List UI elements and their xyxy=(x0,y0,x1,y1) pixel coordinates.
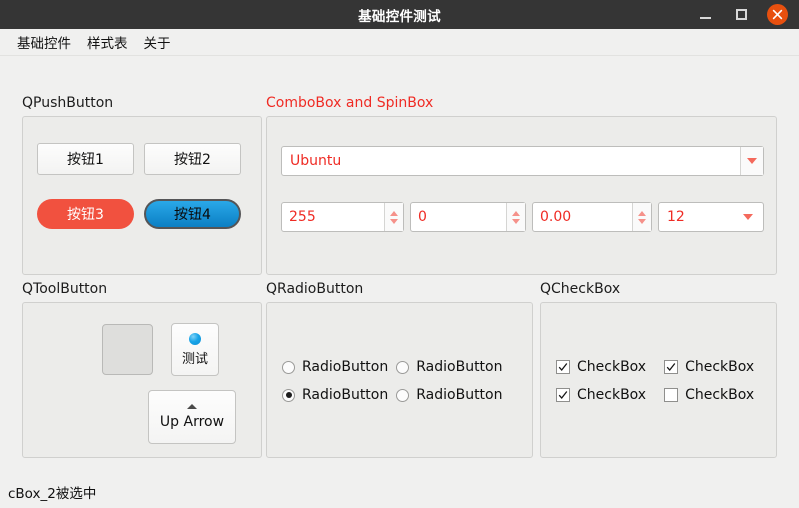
maximize-button[interactable] xyxy=(731,5,751,25)
minimize-icon xyxy=(699,16,711,19)
maximize-icon xyxy=(735,9,747,20)
menu-item-about[interactable]: 关于 xyxy=(136,29,179,55)
group-title-combospin: ComboBox and SpinBox xyxy=(266,95,434,111)
radio-icon xyxy=(396,360,410,374)
stepper-up-icon[interactable] xyxy=(638,210,646,216)
check-icon xyxy=(664,360,679,374)
radio-option-4[interactable]: RadioButton xyxy=(396,387,503,403)
combobox-font-arrow-area[interactable] xyxy=(740,147,763,175)
spinbox-255-value: 255 xyxy=(289,209,316,225)
stepper-up-icon[interactable] xyxy=(512,210,520,216)
checkbox-option-1[interactable]: CheckBox xyxy=(556,359,646,375)
spinbox-0-value: 0 xyxy=(418,209,427,225)
group-box-combospin: Ubuntu 255 0 0.00 12 xyxy=(266,116,777,275)
combobox-font-value: Ubuntu xyxy=(290,153,342,169)
menu-item-stylesheet[interactable]: 样式表 xyxy=(79,29,136,55)
group-title-radiobutton: QRadioButton xyxy=(266,281,364,297)
group-checkbox: QCheckBox CheckBox CheckBox CheckBox Che… xyxy=(540,280,777,458)
radio-icon xyxy=(282,360,295,374)
menu-item-basic-widgets[interactable]: 基础控件 xyxy=(9,29,79,55)
push-button-2[interactable]: 按钮2 xyxy=(144,143,241,175)
push-button-3[interactable]: 按钮3 xyxy=(37,199,134,229)
status-text: cBox_2被选中 xyxy=(8,486,97,502)
stepper-down-icon[interactable] xyxy=(638,218,646,224)
close-icon xyxy=(772,9,783,20)
spinbox-0-steppers[interactable] xyxy=(506,203,525,231)
radio-icon xyxy=(396,388,410,402)
chevron-down-icon xyxy=(743,214,753,220)
status-bar: cBox_2被选中 xyxy=(0,476,799,508)
tool-button-empty[interactable] xyxy=(102,324,153,375)
radio-option-4-label: RadioButton xyxy=(416,387,503,403)
radio-option-3[interactable]: RadioButton xyxy=(282,387,388,403)
group-title-toolbutton: QToolButton xyxy=(22,281,108,297)
triangle-up-icon xyxy=(187,404,197,409)
main-content: QPushButton 按钮1 按钮2 按钮3 按钮4 ComboBox and… xyxy=(0,56,799,476)
combobox-font[interactable]: Ubuntu xyxy=(281,146,764,176)
checkbox-option-3[interactable]: CheckBox xyxy=(556,387,646,403)
tool-button-up-arrow-label: Up Arrow xyxy=(159,414,225,430)
push-button-2-label: 按钮2 xyxy=(174,152,211,168)
combobox-fontsize[interactable]: 12 xyxy=(658,202,764,232)
radio-option-1-label: RadioButton xyxy=(302,359,389,375)
group-toolbutton: QToolButton 测试 Up Arrow xyxy=(22,280,262,458)
combobox-fontsize-value: 12 xyxy=(667,209,685,225)
check-icon-unchecked xyxy=(664,388,679,402)
group-title-pushbutton: QPushButton xyxy=(22,95,114,111)
close-button[interactable] xyxy=(767,4,788,25)
group-combospin: ComboBox and SpinBox Ubuntu 255 0 0.00 1… xyxy=(266,94,777,275)
spinbox-0[interactable]: 0 xyxy=(410,202,526,232)
menu-bar: 基础控件 样式表 关于 xyxy=(0,29,799,56)
window-controls xyxy=(695,4,799,25)
group-box-toolbutton: 测试 Up Arrow xyxy=(22,302,262,458)
push-button-4[interactable]: 按钮4 xyxy=(144,199,241,229)
chevron-down-icon xyxy=(747,158,757,164)
push-button-1-label: 按钮1 xyxy=(67,152,104,168)
title-bar: 基础控件测试 xyxy=(0,0,799,29)
checkbox-option-3-label: CheckBox xyxy=(577,387,647,403)
group-box-pushbutton: 按钮1 按钮2 按钮3 按钮4 xyxy=(22,116,262,275)
stepper-up-icon[interactable] xyxy=(390,210,398,216)
group-pushbutton: QPushButton 按钮1 按钮2 按钮3 按钮4 xyxy=(22,94,262,275)
radio-group: RadioButton RadioButton RadioButton Radi… xyxy=(282,359,503,403)
checkbox-option-1-label: CheckBox xyxy=(577,359,647,375)
tool-button-up-arrow[interactable]: Up Arrow xyxy=(148,390,236,444)
radio-option-1[interactable]: RadioButton xyxy=(282,359,388,375)
pushbutton-row-top: 按钮1 按钮2 xyxy=(37,143,241,175)
stepper-down-icon[interactable] xyxy=(390,218,398,224)
combobox-fontsize-arrow-area[interactable] xyxy=(743,214,763,220)
radio-icon-selected xyxy=(282,388,295,402)
checkbox-option-2-label: CheckBox xyxy=(685,359,755,375)
group-box-checkbox: CheckBox CheckBox CheckBox CheckBox xyxy=(540,302,777,458)
spinbox-double[interactable]: 0.00 xyxy=(532,202,652,232)
radio-option-3-label: RadioButton xyxy=(302,387,389,403)
minimize-button[interactable] xyxy=(695,5,715,25)
push-button-3-label: 按钮3 xyxy=(67,207,104,223)
tool-button-test[interactable]: 测试 xyxy=(171,323,219,376)
push-button-4-label: 按钮4 xyxy=(174,207,211,223)
group-box-radiobutton: RadioButton RadioButton RadioButton Radi… xyxy=(266,302,533,458)
stepper-down-icon[interactable] xyxy=(512,218,520,224)
spinbox-255-steppers[interactable] xyxy=(384,203,403,231)
checkbox-option-2[interactable]: CheckBox xyxy=(664,359,754,375)
group-radiobutton: QRadioButton RadioButton RadioButton Rad… xyxy=(266,280,533,458)
spinbox-255[interactable]: 255 xyxy=(281,202,404,232)
tool-button-test-label: 测试 xyxy=(181,351,208,367)
check-icon xyxy=(556,388,570,402)
checkbox-option-4-label: CheckBox xyxy=(685,387,755,403)
spinbox-double-steppers[interactable] xyxy=(632,203,651,231)
checkbox-option-4[interactable]: CheckBox xyxy=(664,387,754,403)
radio-option-2-label: RadioButton xyxy=(416,359,503,375)
checkbox-group: CheckBox CheckBox CheckBox CheckBox xyxy=(556,359,754,403)
check-icon xyxy=(556,360,570,374)
pushbutton-row-bottom: 按钮3 按钮4 xyxy=(37,199,241,229)
group-title-checkbox: QCheckBox xyxy=(540,281,621,297)
blue-dot-icon xyxy=(189,332,201,345)
push-button-1[interactable]: 按钮1 xyxy=(37,143,134,175)
radio-option-2[interactable]: RadioButton xyxy=(396,359,503,375)
window-title: 基础控件测试 xyxy=(358,8,441,25)
spinbox-double-value: 0.00 xyxy=(540,209,572,225)
